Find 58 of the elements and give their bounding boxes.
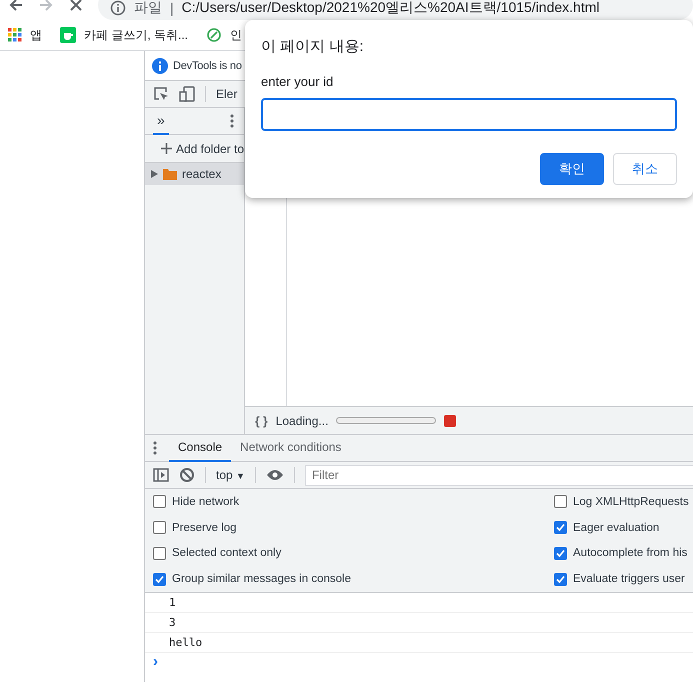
cancel-button[interactable]: 취소	[613, 153, 677, 185]
console-message: hello	[145, 633, 693, 653]
checkbox-label: Evaluate triggers user	[573, 573, 685, 586]
folder-item[interactable]: reactex	[145, 163, 244, 185]
checkbox-label: Preserve log	[172, 522, 237, 534]
checkbox-label: Log XMLHttpRequests	[573, 496, 689, 508]
context-dropdown[interactable]: top ▼	[216, 468, 245, 482]
panel-tab[interactable]: Eler	[216, 87, 238, 101]
more-tabs[interactable]: »	[153, 108, 169, 134]
info-icon[interactable]	[110, 0, 126, 16]
add-folder-link[interactable]: Add folder to	[176, 142, 244, 156]
address-scheme: 파일	[134, 0, 162, 17]
drawer-tab[interactable]: Network conditions	[231, 434, 350, 462]
checkbox[interactable]	[153, 546, 166, 560]
checkbox-label: Autocomplete from his	[573, 547, 688, 560]
ok-button[interactable]: 확인	[540, 153, 604, 185]
eye-icon[interactable]	[266, 469, 284, 481]
console-message: 3	[145, 613, 693, 633]
address-separator: |	[170, 0, 174, 16]
loading-text: Loading...	[276, 414, 328, 428]
info-message: DevTools is no	[173, 60, 242, 72]
format-braces[interactable]: { }	[255, 414, 268, 428]
checkbox-label: Selected context only	[172, 547, 282, 560]
checkbox-label: Hide network	[172, 496, 240, 508]
filter-field[interactable]: Filter	[304, 464, 693, 486]
checkbox[interactable]	[153, 572, 166, 586]
dialog-title: 이 페이지 내용:	[261, 37, 365, 56]
address-bar[interactable]: 파일 | C:/Users/user/Desktop/2021%20엘리스%20AI트랙/1015/index.html	[98, 0, 693, 20]
clear-icon[interactable]	[179, 467, 195, 483]
checkbox[interactable]	[554, 572, 567, 586]
close-icon[interactable]	[68, 0, 84, 13]
stop-icon[interactable]	[444, 414, 456, 426]
bookmark[interactable]: 카페 글쓰기, 독취...	[84, 26, 188, 44]
bookmark[interactable]: 앱	[30, 26, 42, 44]
checkbox[interactable]	[153, 521, 166, 534]
checkbox[interactable]	[153, 495, 166, 508]
more-icon[interactable]	[230, 114, 234, 128]
inspect-icon[interactable]	[153, 86, 169, 102]
more-icon[interactable]	[153, 441, 157, 455]
drawer-tab[interactable]: Console	[169, 434, 232, 462]
apps-grid-icon[interactable]	[8, 28, 22, 42]
bookmark[interactable]: 인	[230, 26, 242, 44]
dialog-message: enter your id	[261, 74, 334, 89]
checkbox[interactable]	[554, 521, 567, 534]
info-icon[interactable]	[152, 58, 168, 74]
console-prompt[interactable]: ›	[145, 653, 693, 670]
device-icon[interactable]	[179, 86, 195, 102]
checkbox[interactable]	[554, 546, 567, 560]
text-input[interactable]	[261, 98, 677, 131]
sidebar-icon[interactable]	[153, 467, 169, 483]
checkbox-label: Eager evaluation	[573, 522, 660, 534]
checkbox[interactable]	[554, 495, 567, 508]
plus-icon[interactable]	[161, 143, 172, 154]
checkbox-label: Group similar messages in console	[172, 573, 351, 586]
back-icon[interactable]	[8, 0, 24, 13]
console-message: 1	[145, 593, 693, 613]
caret-icon[interactable]	[151, 170, 158, 178]
address-url: C:/Users/user/Desktop/2021%20엘리스%20AI트랙/1015/index.html	[182, 0, 600, 17]
